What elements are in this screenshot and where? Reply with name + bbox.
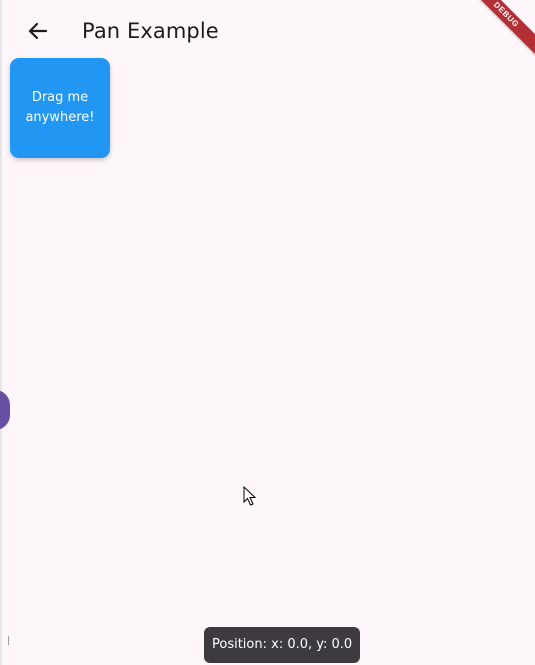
floating-action-button-edge[interactable] xyxy=(0,390,10,430)
draggable-box-label: Drag me anywhere! xyxy=(25,90,95,125)
window-edge xyxy=(0,0,2,665)
arrow-left-icon xyxy=(28,22,48,40)
app-window: Pan Example DEBUG Drag me anywhere! Posi… xyxy=(0,0,535,665)
mouse-cursor-icon xyxy=(243,486,257,506)
edge-marker xyxy=(8,636,9,645)
draggable-box[interactable]: Drag me anywhere! xyxy=(10,58,110,158)
page-title: Pan Example xyxy=(82,19,219,43)
position-snackbar: Position: x: 0.0, y: 0.0 xyxy=(204,627,361,663)
back-button[interactable] xyxy=(22,15,54,47)
app-bar: Pan Example xyxy=(0,0,535,62)
